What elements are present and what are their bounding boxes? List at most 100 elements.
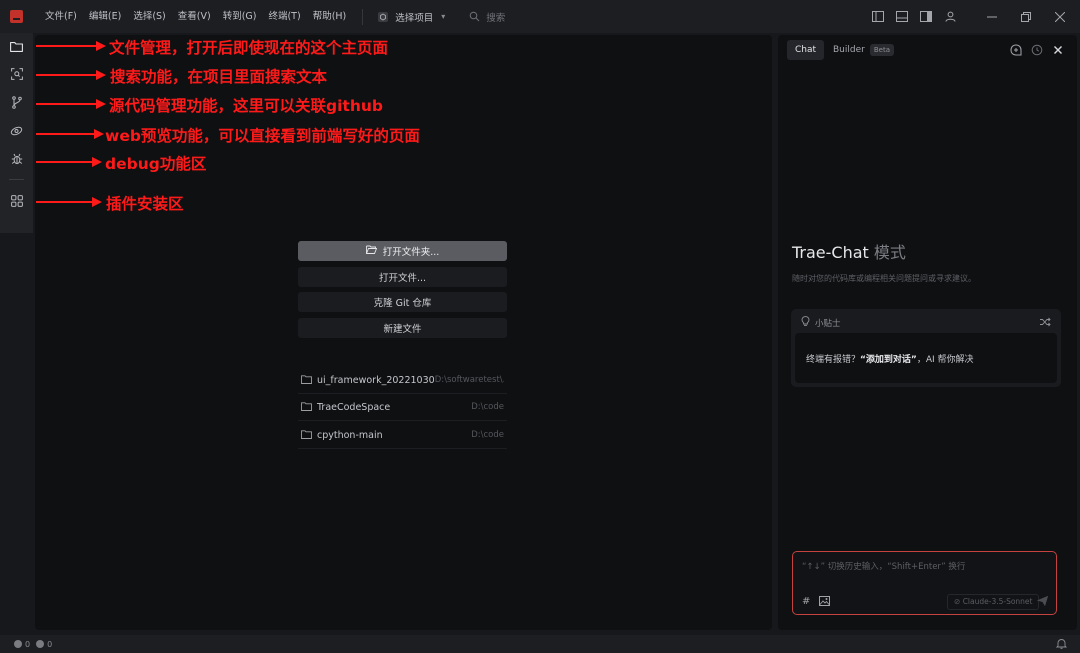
tips-text-bold: “添加到对话”	[860, 354, 917, 365]
open-file-button[interactable]: 打开文件...	[298, 267, 507, 287]
folder-icon	[301, 430, 312, 440]
chat-input-placeholder: “↑↓” 切换历史输入，“Shift+Enter” 换行	[802, 562, 966, 572]
recent-project-item[interactable]: ui_framework_20221030 D:\softwaretest\..…	[298, 367, 507, 394]
chat-panel: Chat Builder Beta Trae-Chat 模式 随时对您的代码库或…	[778, 35, 1077, 630]
menu-view[interactable]: 查看(V)	[172, 0, 217, 33]
search-placeholder: 搜索	[486, 12, 506, 24]
menu-go[interactable]: 转到(G)	[217, 0, 263, 33]
activity-divider	[9, 179, 24, 180]
folder-icon	[301, 375, 312, 385]
lightbulb-icon	[801, 316, 810, 329]
recent-project-item[interactable]: cpython-main D:\code	[298, 422, 507, 449]
annotation-search: 搜索功能，在项目里面搜索文本	[0, 65, 420, 87]
menu-help[interactable]: 帮助(H)	[307, 0, 353, 33]
annotation-explorer: 文件管理，打开后即使现在的这个主页面	[0, 36, 420, 58]
chat-title-main: Trae-Chat	[792, 243, 869, 262]
annotation-text: 文件管理，打开后即使现在的这个主页面	[109, 39, 389, 57]
tab-builder[interactable]: Builder Beta	[833, 40, 894, 60]
status-bar: 0 0	[0, 635, 1080, 653]
send-icon[interactable]	[1036, 595, 1050, 609]
recent-project-item[interactable]: TraeCodeSpace D:\code	[298, 394, 507, 421]
new-file-button[interactable]: 新建文件	[298, 318, 507, 338]
recent-project-path: D:\code	[471, 430, 504, 440]
chat-title-suffix: 模式	[873, 243, 906, 262]
folder-icon	[301, 402, 312, 412]
close-panel-icon[interactable]	[1051, 43, 1065, 57]
history-icon[interactable]	[1030, 43, 1044, 57]
red-arrow-icon	[36, 129, 104, 139]
red-arrow-icon	[36, 197, 102, 207]
menu-file[interactable]: 文件(F)	[39, 0, 83, 33]
folder-open-icon	[365, 245, 377, 257]
warning-icon	[36, 640, 45, 648]
close-icon[interactable]	[1043, 0, 1077, 33]
recent-project-path: D:\softwaretest\...	[434, 375, 504, 385]
bell-icon[interactable]	[1056, 638, 1068, 650]
red-arrow-icon	[36, 41, 106, 51]
hash-icon[interactable]: #	[802, 596, 810, 607]
chat-input[interactable]: “↑↓” 切换历史输入，“Shift+Enter” 换行 # ⊘ Claude-…	[792, 551, 1057, 615]
new-chat-icon[interactable]	[1009, 43, 1023, 57]
menu-terminal[interactable]: 终端(T)	[262, 0, 306, 33]
tips-text-after: ，AI 帮你解决	[916, 354, 974, 365]
annotation-text: debug功能区	[105, 155, 207, 173]
open-folder-label: 打开文件夹...	[382, 247, 440, 258]
chat-subtitle: 随时对您的代码库或编程相关问题提问或寻求建议。	[792, 274, 976, 283]
annotation-text: 源代码管理功能，这里可以关联github	[109, 97, 383, 115]
error-icon	[14, 640, 22, 648]
image-icon[interactable]	[819, 596, 831, 608]
red-arrow-icon	[36, 70, 106, 80]
clone-repo-button[interactable]: 克隆 Git 仓库	[298, 292, 507, 312]
open-folder-button[interactable]: 打开文件夹...	[298, 241, 507, 261]
shuffle-icon[interactable]	[1039, 316, 1051, 328]
annotation-text: 搜索功能，在项目里面搜索文本	[110, 68, 328, 86]
recent-project-name: cpython-main	[317, 429, 383, 441]
tab-chat[interactable]: Chat	[787, 40, 825, 60]
recent-project-name: TraeCodeSpace	[317, 401, 391, 413]
annotation-extensions: 插件安装区	[0, 192, 300, 214]
project-selector[interactable]: 选择项目 ▾	[371, 6, 451, 28]
annotation-text: 插件安装区	[106, 195, 184, 213]
beta-badge: Beta	[869, 44, 894, 56]
tips-header-label: 小贴士	[815, 318, 841, 329]
project-selector-label: 选择项目	[395, 12, 434, 24]
red-arrow-icon	[36, 157, 102, 167]
tips-card: 小贴士 终端有报错？ “添加到对话” ，AI 帮你解决	[791, 309, 1061, 387]
red-arrow-icon	[36, 99, 106, 109]
chat-mode-title: Trae-Chat 模式	[792, 239, 906, 263]
tab-builder-label: Builder	[833, 45, 865, 55]
layout-right-icon[interactable]	[914, 0, 938, 33]
model-selector[interactable]: ⊘ Claude-3.5-Sonnet	[947, 594, 1040, 610]
title-bar: 文件(F) 编辑(E) 选择(S) 查看(V) 转到(G) 终端(T) 帮助(H…	[0, 0, 1080, 33]
layout-bottom-icon[interactable]	[890, 0, 914, 33]
open-file-label: 打开文件...	[378, 273, 427, 284]
search-input[interactable]: 搜索	[469, 10, 505, 24]
tips-text-before: 终端有报错？	[806, 354, 861, 365]
recent-project-name: ui_framework_20221030	[317, 374, 435, 386]
restore-icon[interactable]	[1009, 0, 1043, 33]
warning-count: 0	[47, 639, 53, 649]
minimize-icon[interactable]	[975, 0, 1009, 33]
app-logo	[10, 10, 23, 23]
annotation-debug: debug功能区	[0, 152, 300, 174]
model-label: Claude-3.5-Sonnet	[962, 597, 1033, 606]
titlebar-divider	[362, 8, 364, 25]
account-icon[interactable]	[938, 0, 962, 33]
menu-edit[interactable]: 编辑(E)	[83, 0, 127, 33]
tips-header: 小贴士	[801, 316, 841, 329]
chevron-down-icon: ▾	[441, 12, 446, 21]
clone-repo-label: 克隆 Git 仓库	[373, 298, 432, 309]
problems-indicator[interactable]: 0 0	[14, 640, 52, 649]
annotation-web-preview: web预览功能，可以直接看到前端写好的页面	[0, 124, 460, 146]
annotation-source-control: 源代码管理功能，这里可以关联github	[0, 94, 420, 116]
cube-icon	[377, 11, 389, 23]
layout-left-icon[interactable]	[866, 0, 890, 33]
menu-selection[interactable]: 选择(S)	[127, 0, 171, 33]
tips-text: 终端有报错？ “添加到对话” ，AI 帮你解决	[795, 333, 1057, 383]
new-file-label: 新建文件	[383, 324, 422, 335]
recent-project-path: D:\code	[471, 402, 504, 412]
annotation-text: web预览功能，可以直接看到前端写好的页面	[105, 127, 420, 145]
error-count: 0	[25, 639, 31, 649]
model-icon: ⊘	[954, 597, 961, 606]
search-icon	[469, 11, 480, 22]
